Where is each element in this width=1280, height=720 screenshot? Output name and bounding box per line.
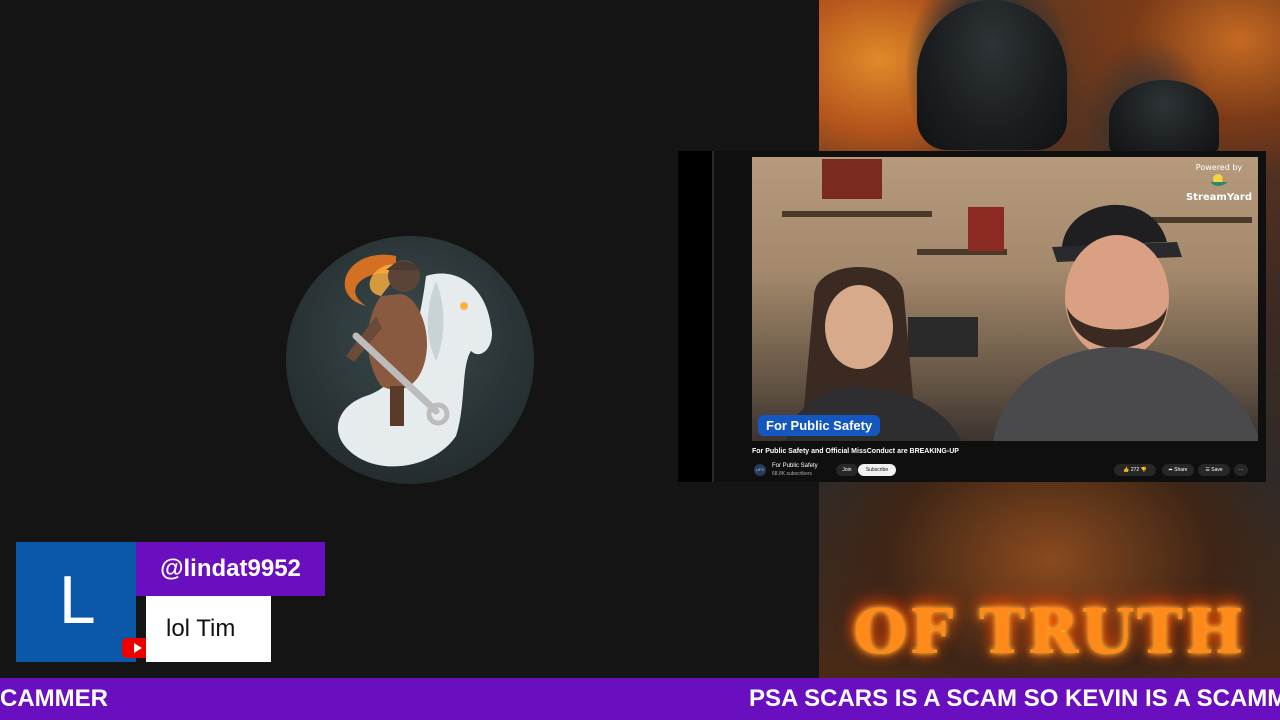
thumbs-up-icon[interactable]: 👍 [1123,467,1129,473]
thumbs-down-icon[interactable]: 👎 [1141,467,1147,473]
channel-logo-icon[interactable]: UFS [754,464,766,476]
powered-by-label: Powered by [1195,163,1243,172]
news-ticker: CAMMER PSA SCARS IS A SCAM SO KEVIN IS A… [0,678,1280,720]
like-dislike-control[interactable]: 👍 272 👎 [1114,464,1156,476]
video-player[interactable]: Powered by StreamYard For Public Safety [752,157,1258,441]
banner-text: OF TRUTH [853,595,1246,668]
letterbox [678,151,712,482]
channel-name[interactable]: For Public Safety [772,463,818,469]
subscribe-button[interactable]: Subscribe [858,464,896,476]
ticker-text-left: CAMMER [0,685,108,712]
subscriber-count: 68.8K subscribers [772,471,813,477]
hooded-figure [1109,80,1219,160]
save-label: Save [1211,467,1223,473]
shelf [782,211,932,217]
ticker-text-right: PSA SCARS IS A SCAM SO KEVIN IS A SCAMME… [749,685,1280,712]
woman-host [785,267,962,441]
wall-poster [822,159,882,199]
more-options-button[interactable]: ⋯ [1234,464,1248,476]
video-meta-row: UFS For Public Safety 68.8K subscribers … [752,462,1258,478]
save-button[interactable]: ☰ Save [1198,464,1230,476]
duck-logo-icon [1209,174,1228,186]
share-label: Share [1174,467,1188,473]
lower-third-label: For Public Safety [758,415,881,436]
share-icon: ➦ [1168,467,1173,473]
chat-username: @lindat9952 [136,542,325,596]
share-button[interactable]: ➦ Share [1162,464,1194,476]
streamyard-watermark: Powered by StreamYard [1186,163,1252,203]
video-title[interactable]: For Public Safety and Official MissCondu… [752,448,959,455]
hooded-figure [917,0,1067,150]
chat-avatar: L [16,542,136,662]
join-button[interactable]: Join [836,464,858,476]
man-host [993,204,1258,441]
like-count: 272 [1130,467,1140,473]
streamyard-brand: StreamYard [1185,192,1252,203]
divider [712,151,714,482]
rider-horse-illustration [337,254,492,467]
video-embed[interactable]: Powered by StreamYard For Public Safety … [678,151,1266,482]
chat-message-text: lol Tim [146,596,271,662]
save-icon: ☰ [1205,467,1210,473]
channel-avatar [286,236,534,484]
